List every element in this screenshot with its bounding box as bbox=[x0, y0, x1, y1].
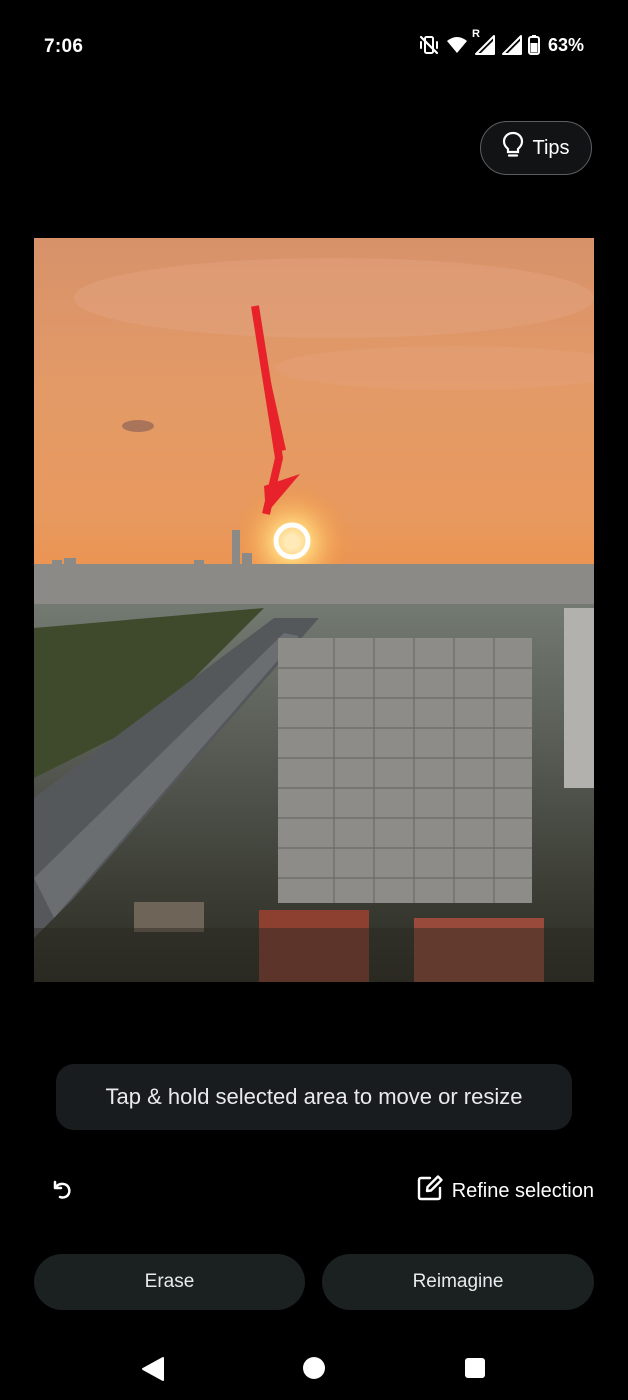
cloud bbox=[122, 420, 154, 432]
status-icons: R 63% bbox=[418, 28, 584, 56]
hint-text: Tap & hold selected area to move or resi… bbox=[105, 1084, 523, 1109]
reimagine-button[interactable]: Reimagine bbox=[322, 1254, 594, 1310]
battery-icon bbox=[527, 34, 540, 56]
status-bar: 7:06 R 63% bbox=[0, 0, 628, 94]
undo-button[interactable] bbox=[46, 1176, 78, 1208]
lightbulb-icon bbox=[502, 131, 524, 165]
edit-icon bbox=[416, 1174, 444, 1208]
home-icon[interactable] bbox=[302, 1356, 326, 1385]
recents-icon[interactable] bbox=[464, 1357, 486, 1384]
status-time: 7:06 bbox=[44, 36, 84, 57]
erase-label: Erase bbox=[144, 1271, 195, 1292]
tips-label: Tips bbox=[532, 136, 570, 159]
refine-selection-button[interactable]: Refine selection bbox=[416, 1174, 594, 1208]
roaming-marker: R bbox=[471, 28, 480, 40]
tips-button[interactable]: Tips bbox=[480, 121, 592, 175]
edited-photo[interactable] bbox=[34, 238, 594, 982]
wifi-icon bbox=[446, 35, 468, 55]
signal-icon bbox=[501, 34, 522, 56]
undo-icon bbox=[49, 1177, 75, 1208]
reimagine-label: Reimagine bbox=[412, 1271, 504, 1292]
erase-button[interactable]: Erase bbox=[34, 1254, 305, 1310]
roaming-signal-icon: R bbox=[472, 28, 496, 56]
refine-selection-label: Refine selection bbox=[451, 1179, 594, 1202]
mute-vibrate-icon bbox=[418, 34, 440, 56]
hint-toast: Tap & hold selected area to move or resi… bbox=[56, 1064, 572, 1130]
battery-percent: 63% bbox=[547, 34, 584, 55]
navigation-bar bbox=[0, 1330, 628, 1400]
back-icon[interactable] bbox=[141, 1356, 165, 1387]
